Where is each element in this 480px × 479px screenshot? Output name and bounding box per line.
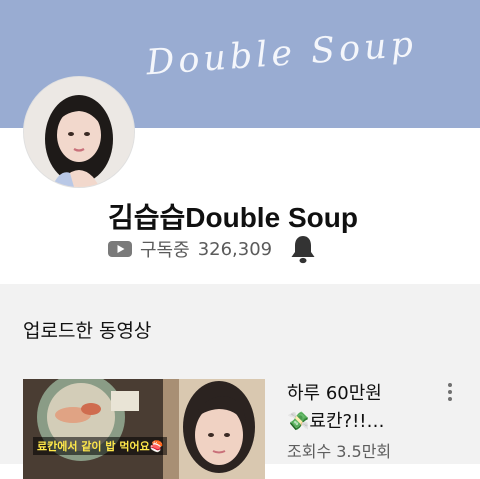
channel-name: 김습습Double Soup (108, 202, 358, 233)
video-view-count: 조회수 3.5만회 (287, 442, 392, 461)
uploads-section: 업로드한 동영상 료칸에서 같이 밥 먹어요🍣 하루 60만원 💸료칸?!!… … (0, 284, 480, 479)
subscription-status[interactable]: 구독중 326,309 (108, 233, 272, 265)
more-vertical-icon[interactable] (440, 380, 460, 404)
youtube-icon (108, 241, 132, 257)
channel-avatar[interactable] (23, 76, 135, 188)
dot (448, 383, 452, 387)
bell-icon[interactable] (288, 233, 318, 265)
video-title-line-2: 💸료칸?!!… (287, 411, 385, 432)
dot (448, 390, 452, 394)
video-title[interactable]: 하루 60만원 💸료칸?!!… (287, 380, 437, 436)
thumbnail-image (23, 379, 265, 479)
avatar-image (24, 77, 134, 187)
video-title-line-1: 하루 60만원 (287, 383, 382, 404)
banner-title: Double Soup (144, 24, 419, 84)
section-title: 업로드한 동영상 (23, 320, 152, 342)
thumbnail-caption: 료칸에서 같이 밥 먹어요🍣 (33, 437, 168, 455)
dot (448, 397, 452, 401)
video-thumbnail[interactable]: 료칸에서 같이 밥 먹어요🍣 (23, 379, 265, 479)
subscriber-count: 326,309 (197, 238, 273, 260)
subscribed-label: 구독중 (140, 240, 190, 261)
